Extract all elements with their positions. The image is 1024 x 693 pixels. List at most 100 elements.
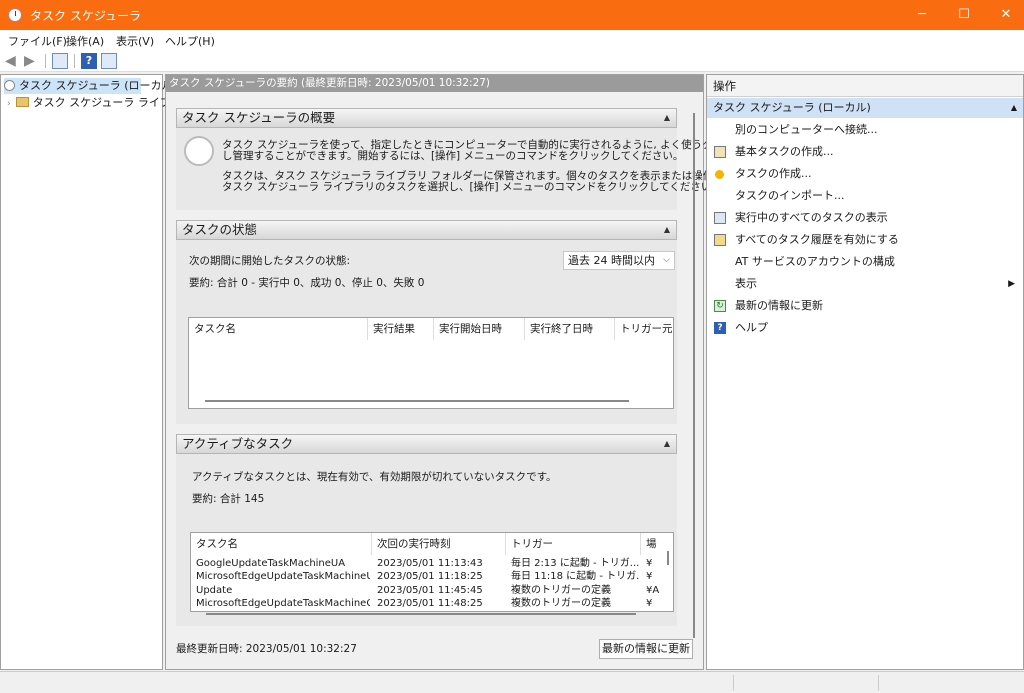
action-create-task[interactable]: タスクの作成... [707, 163, 1023, 185]
collapse-icon[interactable]: ▲ [1011, 98, 1017, 118]
table-cell[interactable]: 2023/05/01 11:48:25 [377, 597, 505, 610]
col-trigger-source[interactable]: トリガー元 [615, 318, 673, 340]
col-result[interactable]: 実行結果 [368, 318, 434, 340]
table-cell[interactable]: 複数のトリガーの定義 [511, 597, 639, 610]
table-cell[interactable]: MicrosoftEdgeUpdateTaskMachineUA [196, 570, 370, 583]
active-section-header[interactable]: アクティブなタスク ▲ [176, 434, 677, 454]
horizontal-scrollbar[interactable] [205, 400, 629, 402]
vertical-scrollbar[interactable] [667, 551, 669, 565]
col-start-time[interactable]: 実行開始日時 [434, 318, 525, 340]
table-cell[interactable]: ¥ [646, 597, 666, 610]
action-view[interactable]: 表示 ▶ [707, 273, 1023, 295]
action-import-task[interactable]: タスクのインポート... [707, 185, 1023, 207]
col-trigger[interactable]: トリガー [506, 533, 641, 555]
action-refresh[interactable]: ↻ 最新の情報に更新 [707, 295, 1023, 317]
period-value: 過去 24 時間以内 [568, 254, 655, 267]
console-tree: タスク スケジューラ (ローカル) › タスク スケジューラ ライブラリ [0, 74, 193, 670]
action-enable-history[interactable]: すべてのタスク履歴を有効にする [707, 229, 1023, 251]
show-hide-action-pane-icon[interactable] [101, 53, 117, 69]
chevron-down-icon: ⌵ [663, 255, 670, 265]
col-end-time[interactable]: 実行終了日時 [525, 318, 615, 340]
overview-section-header[interactable]: タスク スケジューラの概要 ▲ [176, 108, 677, 128]
table-cell[interactable]: 毎日 11:18 に起動 - トリガ... [511, 570, 639, 583]
close-button[interactable]: ✕ [983, 0, 1024, 30]
active-tasks-table: タスク名 次回の実行時刻 トリガー 場 GoogleUpdateTaskMach… [190, 532, 674, 612]
forward-arrow-icon[interactable]: ▶ [24, 53, 40, 69]
vertical-scrollbar[interactable] [693, 113, 695, 638]
action-label: 最新の情報に更新 [735, 299, 823, 312]
menu-help[interactable]: ヘルプ(H) [165, 33, 215, 49]
table-cell[interactable]: GoogleUpdateTaskMachineUA [196, 557, 370, 570]
col-task-name[interactable]: タスク名 [191, 533, 372, 555]
table-cell[interactable]: MicrosoftEdgeUpdateTaskMachineC [196, 597, 370, 610]
col-task-name[interactable]: タスク名 [189, 318, 368, 340]
action-show-running[interactable]: 実行中のすべてのタスクの表示 [707, 207, 1023, 229]
clock-icon [8, 8, 22, 22]
table-cell[interactable]: ¥ [646, 570, 666, 583]
window-title: タスク スケジューラ [30, 9, 141, 23]
table-cell[interactable]: 2023/05/01 11:13:43 [377, 557, 505, 570]
table-cell[interactable]: 2023/05/01 11:45:45 [377, 584, 505, 597]
collapse-icon[interactable]: ▲ [664, 435, 670, 453]
status-section: 次の期間に開始したタスクの状態: 過去 24 時間以内 ⌵ 要約: 合計 0 -… [176, 240, 677, 424]
last-updated: 最終更新日時: 2023/05/01 10:32:27 [176, 643, 357, 655]
action-label: 基本タスクの作成... [735, 145, 834, 158]
table-cell[interactable]: 複数のトリガーの定義 [511, 584, 639, 597]
table-cell[interactable]: 毎日 2:13 に起動 - トリガ... [511, 557, 639, 570]
status-bar [0, 671, 1024, 693]
action-label: タスクのインポート... [735, 189, 845, 202]
active-summary: 要約: 合計 145 [192, 493, 265, 505]
action-at-service[interactable]: AT サービスのアカウントの構成 [707, 251, 1023, 273]
table-cell[interactable]: Update [196, 584, 370, 597]
history-icon [714, 234, 726, 246]
maximize-button[interactable]: ☐ [941, 0, 987, 30]
collapse-icon[interactable]: ▲ [664, 221, 670, 239]
menu-action[interactable]: 操作(A) [66, 33, 104, 49]
collapse-icon[interactable]: ▲ [664, 109, 670, 127]
action-label: タスクの作成... [735, 167, 812, 180]
summary-header: タスク スケジューラの要約 (最終更新日時: 2023/05/01 10:32:… [166, 75, 703, 92]
overview-text-4: タスク スケジューラ ライブラリのタスクを選択し、[操作] メニューのコマンドを… [222, 181, 722, 193]
status-section-header[interactable]: タスクの状態 ▲ [176, 220, 677, 240]
menu-bar: ファイル(F) 操作(A) 表示(V) ヘルプ(H) [0, 30, 1024, 50]
action-label: 表示 [735, 277, 757, 290]
action-connect[interactable]: 別のコンピューターへ接続... [707, 119, 1023, 141]
action-create-basic-task[interactable]: 基本タスクの作成... [707, 141, 1023, 163]
active-section: アクティブなタスクとは、現在有効で、有効期限が切れていないタスクです。 要約: … [176, 454, 677, 626]
actions-subheader[interactable]: タスク スケジューラ (ローカル) ▲ [707, 98, 1023, 118]
clock-icon [4, 80, 15, 91]
period-dropdown[interactable]: 過去 24 時間以内 ⌵ [563, 251, 675, 270]
wizard-icon [714, 146, 726, 158]
status-table: タスク名 実行結果 実行開始日時 実行終了日時 トリガー元 [188, 317, 674, 409]
refresh-button[interactable]: 最新の情報に更新 [599, 639, 693, 659]
overview-section: タスク スケジューラを使って、指定したときにコンピューターで自動的に実行されるよ… [176, 128, 766, 210]
show-hide-console-tree-icon[interactable] [52, 53, 68, 69]
tree-item-root[interactable]: タスク スケジューラ (ローカル) [4, 78, 177, 94]
col-next-run[interactable]: 次回の実行時刻 [372, 533, 506, 555]
help-icon[interactable]: ? [81, 53, 97, 69]
table-cell[interactable]: 2023/05/01 11:18:25 [377, 570, 505, 583]
action-help[interactable]: ? ヘルプ [707, 317, 1023, 339]
table-cell[interactable]: ¥A [646, 584, 666, 597]
toolbar: ◀ ▶ ? [0, 50, 1024, 72]
active-description: アクティブなタスクとは、現在有効で、有効期限が切れていないタスクです。 [192, 471, 557, 483]
table-cell[interactable]: ¥ [646, 557, 666, 570]
status-title: タスクの状態 [182, 222, 258, 237]
chevron-right-icon: ▶ [1008, 279, 1015, 289]
minimize-button[interactable]: ─ [899, 0, 945, 30]
menu-view[interactable]: 表示(V) [116, 33, 154, 49]
overview-title: タスク スケジューラの概要 [182, 110, 336, 125]
folder-icon [15, 97, 29, 107]
chevron-right-icon[interactable]: › [7, 99, 11, 109]
horizontal-scrollbar[interactable] [206, 613, 636, 615]
back-arrow-icon[interactable]: ◀ [5, 53, 21, 69]
refresh-icon: ↻ [714, 300, 726, 312]
action-label: 別のコンピューターへ接続... [735, 123, 878, 136]
task-create-icon [715, 170, 724, 179]
actions-pane: 操作 タスク スケジューラ (ローカル) ▲ 別のコンピューターへ接続... 基… [706, 74, 1024, 670]
menu-file[interactable]: ファイル(F) [8, 33, 67, 49]
col-location[interactable]: 場 [641, 533, 673, 555]
summary-pane: タスク スケジューラの要約 (最終更新日時: 2023/05/01 10:32:… [165, 74, 766, 670]
period-label: 次の期間に開始したタスクの状態: [189, 255, 351, 267]
scheduler-clock-icon [184, 136, 214, 166]
